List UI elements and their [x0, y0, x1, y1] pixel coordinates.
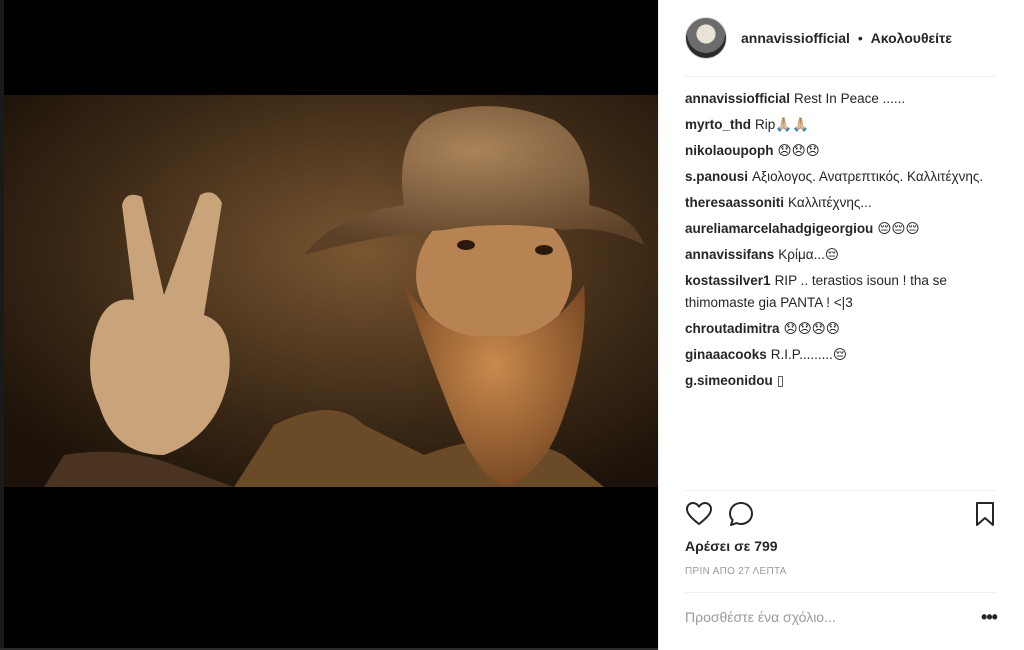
comment-text: R.I.P.........😔: [770, 347, 847, 362]
comment-item: nikolaoupoph 😞😞😞: [685, 140, 995, 162]
comment-username[interactable]: myrto_thd: [685, 117, 751, 132]
comment-text: Rest In Peace ......: [794, 91, 906, 106]
comment-icon[interactable]: [727, 500, 755, 528]
action-bar: [685, 500, 997, 530]
avatar[interactable]: [685, 17, 727, 59]
comment-username[interactable]: ginaaacooks: [685, 347, 767, 362]
comment-item: aureliamarcelahadgigeorgiou 😔😔😔: [685, 218, 995, 240]
add-comment-input[interactable]: [685, 604, 945, 630]
follow-button[interactable]: Ακολουθείτε: [871, 30, 952, 46]
comment-item: kostassilver1 RIP .. terastios isoun ! th…: [685, 270, 995, 314]
comment-username[interactable]: annavissifans: [685, 247, 774, 262]
comment-username[interactable]: s.panousi: [685, 169, 748, 184]
comment-item: g.simeonidou ▯: [685, 370, 995, 392]
comment-text: Αξιολογος. Ανατρεπτικός. Καλλιτέχνης.: [752, 169, 984, 184]
more-options-icon[interactable]: •••: [977, 604, 1001, 630]
post-header: annavissiofficial • Ακολουθείτε: [659, 0, 1024, 76]
header-text: annavissiofficial • Ακολουθείτε: [741, 30, 952, 46]
comment-text: ▯: [776, 373, 785, 388]
comment-text: Rip🙏🏼🙏🏼: [755, 117, 809, 132]
bookmark-icon[interactable]: [971, 500, 999, 528]
comment-item: myrto_thd Rip🙏🏼🙏🏼: [685, 114, 995, 136]
comment-item: s.panousi Αξιολογος. Ανατρεπτικός. Καλλιτ…: [685, 166, 995, 188]
comment-username[interactable]: g.simeonidou: [685, 373, 773, 388]
comment-text: 😞😞😞: [777, 143, 820, 158]
photo-illustration: [4, 95, 658, 487]
post-photo[interactable]: [4, 95, 658, 487]
add-comment-divider: [685, 592, 996, 593]
post-media: [0, 0, 658, 650]
comment-username[interactable]: aureliamarcelahadgigeorgiou: [685, 221, 873, 236]
comment-item: theresaassoniti Καλλιτέχνης...: [685, 192, 995, 214]
heart-icon[interactable]: [685, 500, 713, 528]
comment-item: chroutadimitra 😞😞😞😞: [685, 318, 995, 340]
comment-text: 😞😞😞😞: [783, 321, 840, 336]
post-sidebar: annavissiofficial • Ακολουθείτε annaviss…: [658, 0, 1024, 650]
comment-item: ginaaacooks R.I.P.........😔: [685, 344, 995, 366]
comment-text: Κρίμα...😔: [778, 247, 839, 262]
comment-text: 😔😔😔: [877, 221, 920, 236]
comments-list: annavissiofficial Rest In Peace ...... my…: [685, 88, 995, 396]
likes-count[interactable]: Αρέσει σε 799: [685, 538, 778, 554]
comment-item: annavissifans Κρίμα...😔: [685, 244, 995, 266]
comment-text: Καλλιτέχνης...: [788, 195, 872, 210]
comment-username[interactable]: chroutadimitra: [685, 321, 780, 336]
header-divider: [685, 76, 996, 77]
comment-username[interactable]: annavissiofficial: [685, 91, 790, 106]
comment-item: annavissiofficial Rest In Peace ......: [685, 88, 995, 110]
post-username[interactable]: annavissiofficial: [741, 30, 850, 46]
comment-username[interactable]: nikolaoupoph: [685, 143, 774, 158]
comment-username[interactable]: kostassilver1: [685, 273, 771, 288]
post-timestamp[interactable]: ΠΡΙΝ ΑΠΟ 27 ΛΕΠΤΑ: [685, 566, 787, 577]
actions-divider: [685, 490, 996, 491]
header-separator: •: [857, 30, 863, 46]
comment-username[interactable]: theresaassoniti: [685, 195, 784, 210]
